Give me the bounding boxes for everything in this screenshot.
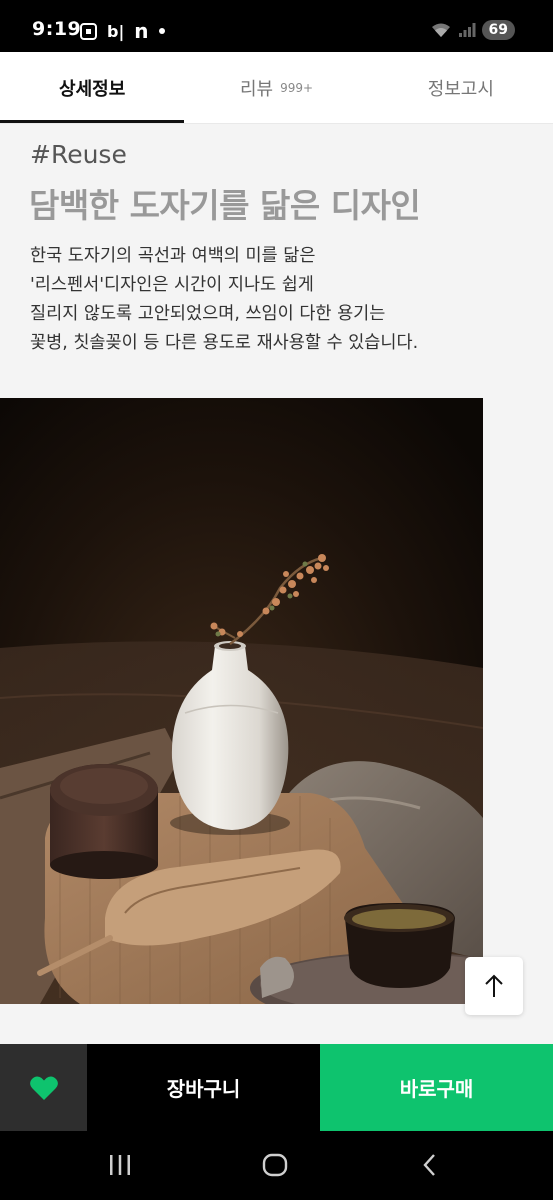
system-nav-bar [0, 1131, 553, 1200]
recent-apps-icon [110, 1155, 130, 1175]
status-bar: 9:19 b| n 69 [0, 0, 553, 52]
wifi-icon [431, 23, 450, 37]
product-detail-content[interactable]: #Reuse 담백한 도자기를 닮은 디자인 한국 도자기의 곡선과 여백의 미… [0, 124, 553, 1044]
b-app-icon: b| [107, 21, 125, 41]
product-photo [0, 398, 483, 1004]
detail-tabs: 상세정보 리뷰 999+ 정보고시 [0, 52, 553, 124]
status-right: 69 [430, 20, 515, 40]
description-line: 질리지 않도록 고안되었으며, 쓰임이 다한 용기는 [30, 304, 386, 324]
tab-detail-info-label: 상세정보 [59, 78, 126, 100]
section-description: 한국 도자기의 곡선과 여백의 미를 닮은 '리스펜서'디자인은 시간이 지나도… [30, 242, 530, 358]
status-time: 9:19 [32, 18, 82, 40]
description-line: 꽃병, 칫솔꽂이 등 다른 용도로 재사용할 수 있습니다. [30, 333, 419, 353]
purchase-bar: 장바구니 바로구매 [0, 1044, 553, 1131]
scroll-to-top-button[interactable] [465, 957, 523, 1015]
naver-icon: n [134, 19, 149, 43]
add-to-cart-button[interactable]: 장바구니 [87, 1044, 320, 1131]
back-icon [423, 1154, 435, 1176]
tab-product-notice[interactable]: 정보고시 [369, 52, 553, 123]
tab-product-notice-label: 정보고시 [427, 78, 494, 100]
review-count: 999+ [280, 80, 314, 95]
battery-indicator: 69 [481, 20, 515, 40]
heart-icon [29, 1075, 58, 1100]
status-app-icons: b| n [80, 19, 165, 43]
tab-detail-info[interactable]: 상세정보 [0, 52, 185, 123]
section-hashtag: #Reuse [30, 140, 127, 169]
tab-reviews-label: 리뷰 [239, 78, 274, 100]
home-icon [262, 1153, 288, 1177]
like-button[interactable] [0, 1044, 87, 1131]
home-button[interactable] [255, 1149, 295, 1181]
description-line: '리스펜서'디자인은 시간이 지나도 쉽게 [30, 275, 314, 295]
buy-now-button[interactable]: 바로구매 [320, 1044, 553, 1131]
recent-apps-button[interactable] [100, 1149, 140, 1181]
notification-dot-icon [158, 28, 165, 34]
section-headline: 담백한 도자기를 닮은 디자인 [29, 186, 421, 225]
screenshot-icon [80, 22, 97, 40]
arrow-up-icon [485, 974, 503, 997]
description-line: 한국 도자기의 곡선과 여백의 미를 닮은 [30, 246, 316, 266]
signal-icon [458, 23, 476, 37]
back-button[interactable] [410, 1149, 450, 1181]
tab-reviews[interactable]: 리뷰 999+ [184, 52, 368, 123]
ceramic-vase-photo [0, 398, 483, 1004]
